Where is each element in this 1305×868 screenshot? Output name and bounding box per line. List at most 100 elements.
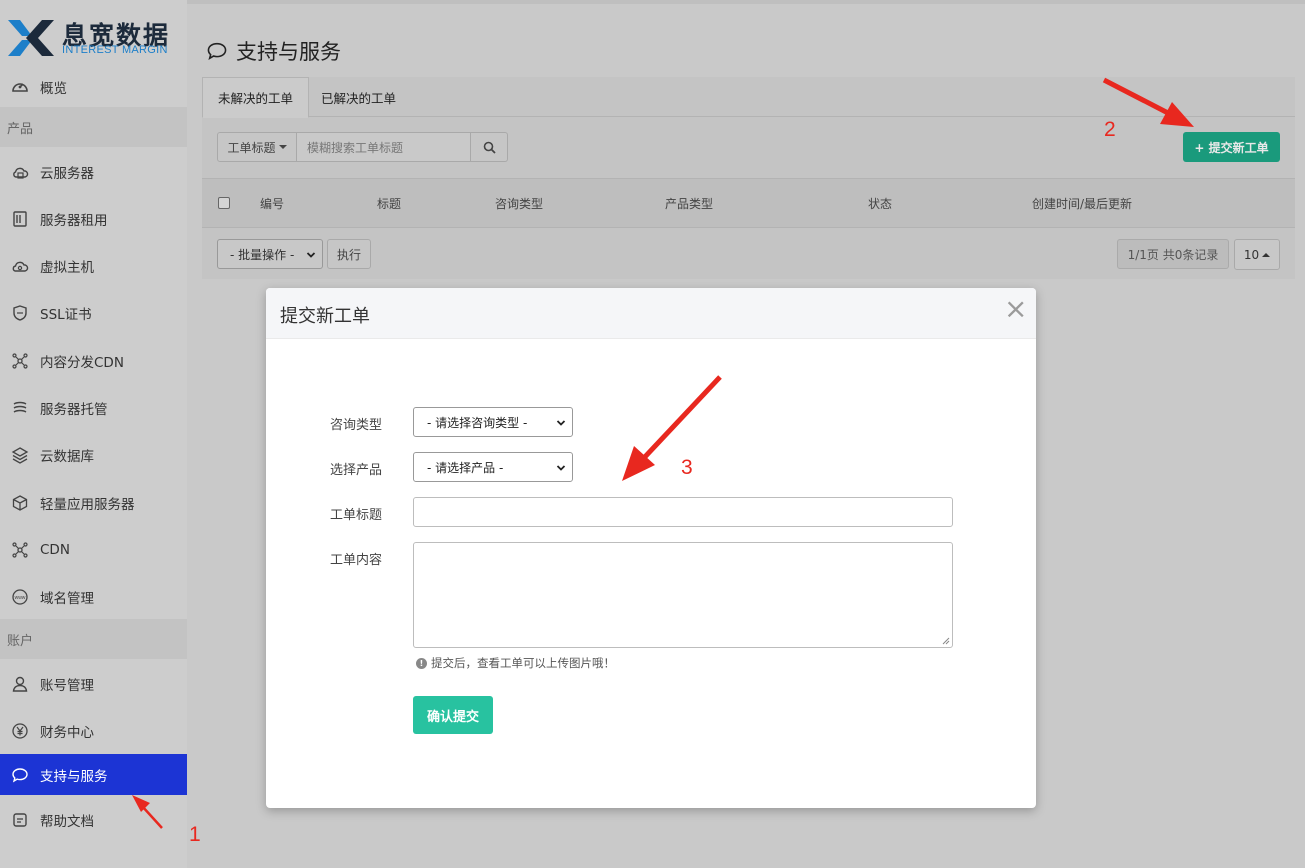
- info-icon: !: [416, 657, 427, 669]
- pagination-info: 1/1页 共0条记录: [1117, 239, 1229, 269]
- page-size-value: 10: [1243, 247, 1260, 262]
- tab-unresolved[interactable]: 未解决的工单: [202, 77, 310, 118]
- chevron-down-icon: [556, 465, 566, 471]
- close-button[interactable]: ×: [1004, 295, 1027, 323]
- column-header-status[interactable]: 状态: [868, 195, 892, 212]
- annotation-step-2: 2: [1104, 118, 1116, 141]
- sidebar-item-help-docs[interactable]: 帮助文档: [0, 800, 187, 840]
- column-header-time[interactable]: 创建时间/最后更新: [1032, 195, 1132, 212]
- caret-down-icon: [278, 145, 287, 149]
- search-field-label: 工单标题: [227, 140, 276, 155]
- chevron-down-icon: [556, 420, 566, 426]
- sidebar-item-account[interactable]: 账号管理: [0, 664, 187, 704]
- page-title-text: 支持与服务: [236, 40, 341, 64]
- sidebar-item-overview[interactable]: 概览: [0, 67, 187, 107]
- ssl-shield-icon: [11, 304, 29, 322]
- sidebar-item-label: 域名管理: [40, 591, 94, 607]
- sidebar-item-lightweight-server[interactable]: 轻量应用服务器: [0, 483, 187, 523]
- search-icon: [483, 141, 496, 154]
- new-ticket-modal: 提交新工单 × 咨询类型 - 请选择咨询类型 - 选择产品 - 请选择产品 - …: [266, 288, 1036, 808]
- resize-grip-icon[interactable]: [942, 637, 950, 645]
- tab-resolved[interactable]: 已解决的工单: [306, 77, 411, 117]
- sidebar-item-label: SSL证书: [40, 307, 92, 323]
- cdn-icon: [11, 541, 29, 559]
- consult-type-value: - 请选择咨询类型 -: [427, 415, 528, 430]
- sidebar-item-finance[interactable]: 财务中心: [0, 711, 187, 751]
- page-title: 支持与服务: [206, 36, 341, 66]
- ticket-content-label: 工单内容: [330, 553, 383, 568]
- brand-logo[interactable]: 息宽数据 INTEREST MARGIN: [8, 16, 183, 60]
- sidebar-item-cdn[interactable]: CDN: [0, 530, 187, 570]
- sidebar-item-virtual-host[interactable]: 虚拟主机: [0, 246, 187, 286]
- sidebar-item-label: CDN: [40, 542, 70, 558]
- sidebar-item-server-rental[interactable]: 服务器租用: [0, 199, 187, 239]
- ticket-panel: 未解决的工单 已解决的工单 工单标题 模糊搜索工单标题 + 提交新工单 编号 标…: [202, 77, 1295, 279]
- user-icon: [11, 675, 29, 693]
- ticket-tabs: 未解决的工单 已解决的工单: [202, 77, 1295, 118]
- sidebar-item-domain[interactable]: www 域名管理: [0, 577, 187, 617]
- sidebar-item-label: 云服务器: [40, 166, 94, 182]
- chat-bubble-icon: [207, 42, 227, 61]
- product-label: 选择产品: [330, 463, 383, 478]
- search-field-dropdown[interactable]: 工单标题: [217, 132, 297, 162]
- confirm-submit-button[interactable]: 确认提交: [413, 696, 493, 734]
- document-icon: [11, 811, 29, 829]
- sidebar-item-support[interactable]: 支持与服务: [0, 754, 187, 795]
- chevron-down-icon: [306, 252, 316, 258]
- consult-type-label: 咨询类型: [330, 418, 383, 433]
- ticket-content-textarea[interactable]: [413, 542, 953, 648]
- cdn-network-icon: [11, 352, 29, 370]
- modal-title: 提交新工单: [280, 306, 370, 327]
- sidebar-item-hosting[interactable]: 服务器托管: [0, 388, 187, 428]
- execute-button[interactable]: 执行: [327, 239, 371, 269]
- sidebar-item-content-cdn[interactable]: 内容分发CDN: [0, 341, 187, 381]
- sidebar-item-cloud-server[interactable]: 云服务器: [0, 152, 187, 192]
- search-input[interactable]: 模糊搜索工单标题: [297, 132, 471, 162]
- sidebar-item-label: 账号管理: [40, 678, 94, 694]
- search-button[interactable]: [471, 132, 508, 162]
- database-layers-icon: [11, 446, 29, 464]
- annotation-step-3: 3: [681, 456, 693, 479]
- top-bar: [187, 0, 1305, 4]
- sidebar-item-label: 服务器托管: [40, 402, 108, 418]
- dashboard-icon: [11, 78, 29, 96]
- ticket-title-input[interactable]: [413, 497, 953, 527]
- table-header: 编号 标题 咨询类型 产品类型 状态 创建时间/最后更新: [202, 178, 1295, 228]
- caret-up-icon: [1262, 252, 1271, 257]
- column-header-id[interactable]: 编号: [260, 195, 284, 212]
- column-header-product[interactable]: 产品类型: [665, 195, 713, 212]
- www-icon: www: [11, 588, 29, 606]
- upload-hint-text: 提交后，查看工单可以上传图片哦！: [431, 656, 615, 670]
- hosting-icon: [11, 399, 29, 417]
- sidebar-item-ssl[interactable]: SSL证书: [0, 293, 187, 333]
- yen-icon: [11, 722, 29, 740]
- consult-type-select[interactable]: - 请选择咨询类型 -: [413, 407, 573, 437]
- sidebar-item-label: 轻量应用服务器: [40, 497, 135, 513]
- product-select[interactable]: - 请选择产品 -: [413, 452, 573, 482]
- search-group: 工单标题 模糊搜索工单标题: [217, 132, 508, 162]
- column-header-title[interactable]: 标题: [377, 195, 401, 212]
- modal-header: 提交新工单 ×: [266, 288, 1036, 339]
- sidebar-group-products: 产品: [0, 107, 187, 147]
- sidebar: 息宽数据 INTEREST MARGIN 概览 产品 云服务器 服务器租用 虚拟…: [0, 0, 187, 868]
- select-all-checkbox[interactable]: [218, 197, 230, 209]
- sidebar-item-cloud-database[interactable]: 云数据库: [0, 435, 187, 475]
- server-rack-icon: [11, 210, 29, 228]
- sidebar-item-label: 帮助文档: [40, 814, 94, 830]
- sidebar-group-account: 账户: [0, 619, 187, 659]
- sidebar-item-label: 内容分发CDN: [40, 355, 124, 371]
- ticket-title-label: 工单标题: [330, 508, 383, 523]
- cloud-server-icon: [11, 163, 29, 181]
- submit-new-ticket-button[interactable]: + 提交新工单: [1183, 132, 1280, 162]
- annotation-step-1: 1: [189, 823, 201, 846]
- upload-hint: ! 提交后，查看工单可以上传图片哦！: [416, 655, 615, 671]
- sidebar-item-label: 财务中心: [40, 725, 94, 741]
- column-header-type[interactable]: 咨询类型: [495, 195, 543, 212]
- sidebar-item-label: 服务器租用: [40, 213, 108, 229]
- sidebar-item-label: 云数据库: [40, 449, 94, 465]
- product-value: - 请选择产品 -: [427, 460, 504, 475]
- chat-bubble-icon: [11, 766, 29, 784]
- sidebar-item-label: 支持与服务: [40, 768, 108, 785]
- bulk-action-select[interactable]: - 批量操作 -: [217, 239, 323, 269]
- page-size-dropdown[interactable]: 10: [1234, 239, 1280, 270]
